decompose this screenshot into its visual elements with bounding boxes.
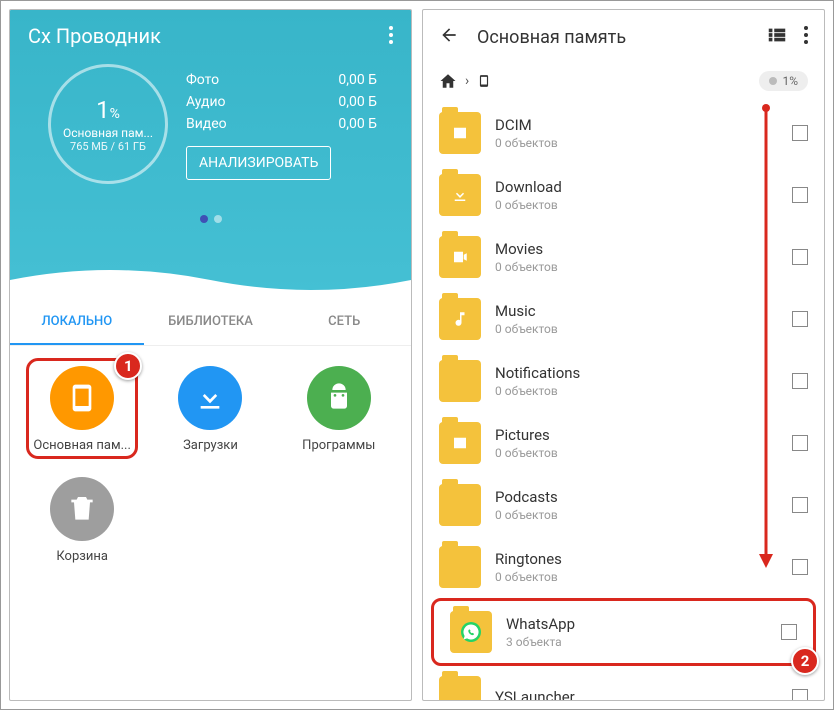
download-icon (178, 366, 242, 430)
grid-item-storage[interactable]: 1 Основная пам... (18, 366, 146, 453)
menu-button[interactable] (804, 26, 808, 48)
grid-item-trash[interactable]: Корзина (18, 477, 146, 564)
tab-local[interactable]: ЛОКАЛЬНО (10, 300, 144, 345)
android-icon (307, 366, 371, 430)
location-grid: 1 Основная пам... Загрузки Программы Кор… (10, 346, 411, 608)
folder-row[interactable]: WhatsApp 3 объекта (434, 601, 813, 663)
folder-sub: 0 объектов (495, 136, 778, 150)
annotation-arrow (756, 102, 776, 572)
annotation-badge-2: 2 (791, 647, 819, 675)
folder-name: YSLauncher (495, 688, 778, 701)
folder-name: Music (495, 302, 778, 320)
tabs: ЛОКАЛЬНО БИБЛИОТЕКА СЕТЬ (10, 300, 411, 346)
analyze-button[interactable]: АНАЛИЗИРОВАТЬ (186, 146, 331, 180)
header: Основная память (423, 10, 824, 64)
folder-name: Movies (495, 240, 778, 258)
phone-icon (477, 72, 491, 90)
folder-row[interactable]: YSLauncher (423, 666, 824, 701)
folder-icon (439, 676, 481, 701)
checkbox[interactable] (792, 125, 808, 141)
checkbox[interactable] (781, 624, 797, 640)
checkbox[interactable] (792, 373, 808, 389)
folder-icon (439, 236, 481, 278)
annotation-badge-1: 1 (114, 352, 142, 380)
tab-network[interactable]: СЕТЬ (277, 300, 411, 345)
highlight-whatsapp: WhatsApp3 объекта 2 (431, 598, 816, 666)
pager[interactable] (28, 208, 393, 227)
checkbox[interactable] (792, 311, 808, 327)
folder-name: WhatsApp (506, 615, 767, 633)
folder-list: DCIM 0 объектов Download 0 объектов Movies… (423, 102, 824, 701)
folder-icon (439, 360, 481, 402)
folder-name: Download (495, 178, 778, 196)
menu-button[interactable] (389, 26, 393, 48)
folder-sub: 0 объектов (495, 384, 778, 398)
checkbox[interactable] (792, 497, 808, 513)
folder-icon (439, 546, 481, 588)
folder-name: Pictures (495, 426, 778, 444)
breadcrumb[interactable]: › 1% (423, 64, 824, 102)
folder-sub: 0 объектов (495, 446, 778, 460)
checkbox[interactable] (792, 187, 808, 203)
grid-item-downloads[interactable]: Загрузки (146, 366, 274, 453)
folder-icon (439, 422, 481, 464)
folder-sub: 0 объектов (495, 570, 778, 584)
app-title: Cx Проводник (28, 24, 393, 48)
checkbox[interactable] (792, 689, 808, 701)
storage-percent-chip[interactable]: 1% (759, 71, 808, 91)
checkbox[interactable] (792, 249, 808, 265)
back-button[interactable] (439, 25, 459, 49)
folder-name: Podcasts (495, 488, 778, 506)
home-icon (439, 72, 457, 90)
folder-name: Notifications (495, 364, 778, 382)
view-list-button[interactable] (766, 24, 788, 50)
folder-sub: 3 объекта (506, 635, 767, 649)
screen-folder: Основная память › 1% DCIM 0 объектов Down… (422, 9, 825, 701)
stats: Фото0,00 Б Аудио0,00 Б Видео0,00 Б АНАЛИ… (178, 64, 393, 184)
trash-icon (50, 477, 114, 541)
folder-sub: 0 объектов (495, 198, 778, 212)
screen-home: Cx Проводник 1% Основная пам... 765 МБ /… (9, 9, 412, 701)
folder-sub: 0 объектов (495, 260, 778, 274)
page-title: Основная память (477, 27, 766, 48)
folder-name: Ringtones (495, 550, 778, 568)
folder-icon (439, 174, 481, 216)
checkbox[interactable] (792, 435, 808, 451)
header: Cx Проводник 1% Основная пам... 765 МБ /… (10, 10, 411, 300)
folder-icon (439, 112, 481, 154)
folder-icon (450, 611, 492, 653)
folder-icon (439, 484, 481, 526)
folder-name: DCIM (495, 116, 778, 134)
storage-circle[interactable]: 1% Основная пам... 765 МБ / 61 ГБ (38, 64, 178, 184)
checkbox[interactable] (792, 559, 808, 575)
tab-library[interactable]: БИБЛИОТЕКА (144, 300, 278, 345)
folder-sub: 0 объектов (495, 508, 778, 522)
grid-item-apps[interactable]: Программы (275, 366, 403, 453)
folder-icon (439, 298, 481, 340)
folder-sub: 0 объектов (495, 322, 778, 336)
